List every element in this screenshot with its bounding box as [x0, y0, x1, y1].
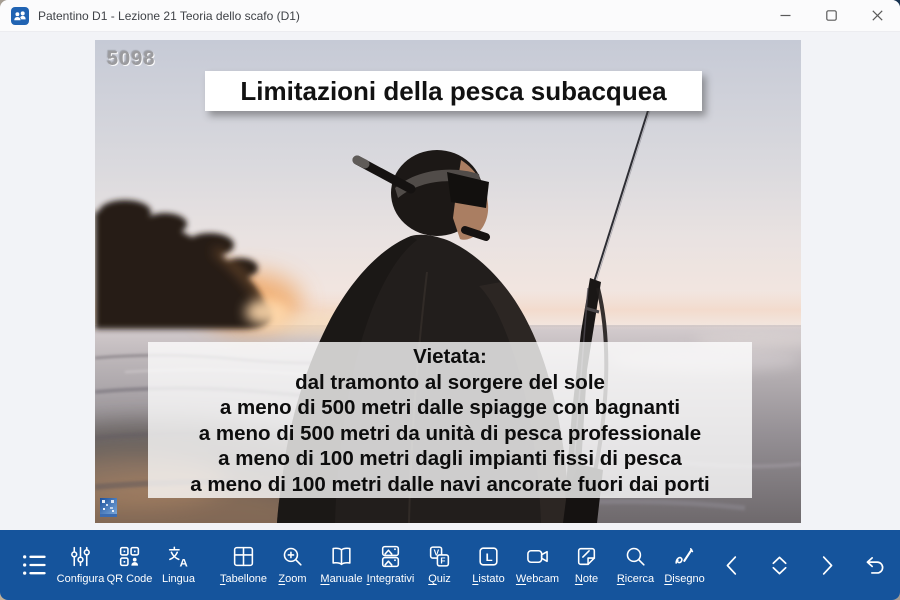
minimize-icon: [780, 10, 791, 21]
toolbar-item-label: Tabellone: [220, 573, 267, 585]
overlay-line: dal tramonto al sorgere del sole: [148, 370, 752, 396]
toolbar-item-label: Zoom: [278, 573, 306, 585]
overlay-line: Vietata:: [148, 344, 752, 370]
toolbar-item-label: Disegno: [664, 573, 704, 585]
toolbar-item-label: Integrativi: [367, 573, 415, 585]
svg-text:F: F: [440, 556, 445, 566]
qr-stamp-icon: [100, 498, 117, 517]
overlay-line: a meno di 500 metri da unità di pesca pr…: [148, 421, 752, 447]
open-book-icon: [329, 544, 354, 569]
return-arrow-icon: [860, 552, 887, 579]
content-area: 5098 Limitazioni della pesca subacquea V…: [0, 32, 900, 530]
app-window: Patentino D1 - Lezione 21 Teoria dello s…: [0, 0, 900, 600]
qr-code-icon: [117, 544, 142, 569]
slide-body-text: Vietata: dal tramonto al sorgere del sol…: [148, 342, 752, 498]
svg-text:A: A: [180, 557, 188, 569]
toolbar: Configura QR Code A Lingua: [0, 530, 900, 600]
grid-icon: [231, 544, 256, 569]
toolbar-item-tabellone[interactable]: Tabellone: [219, 530, 268, 600]
toolbar-item-label: Quiz: [428, 573, 451, 585]
toolbar-item-label: QR Code: [107, 573, 153, 585]
overlay-line: a meno di 100 metri dalle navi ancorate …: [148, 472, 752, 498]
chevrons-up-down-icon: [766, 552, 793, 579]
overlay-line: a meno di 500 metri dalle spiagge con ba…: [148, 395, 752, 421]
maximize-button[interactable]: [808, 0, 854, 31]
overlay-line: a meno di 100 metri dagli impianti fissi…: [148, 446, 752, 472]
people-icon[interactable]: [11, 7, 29, 25]
sliders-icon: [68, 544, 93, 569]
toolbar-item-manuale[interactable]: Manuale: [317, 530, 366, 600]
toolbar-item-zoom[interactable]: Zoom: [268, 530, 317, 600]
chevron-right-icon: [813, 552, 840, 579]
true-false-icon: V F: [427, 544, 452, 569]
toolbar-item-label: Manuale: [320, 573, 362, 585]
window-title: Patentino D1 - Lezione 21 Teoria dello s…: [38, 9, 300, 23]
menu-list-button[interactable]: [12, 530, 56, 600]
nav-return-button[interactable]: [850, 530, 897, 600]
toolbar-item-label: Note: [575, 573, 598, 585]
drawing-pen-icon: [672, 544, 697, 569]
note-pen-icon: [574, 544, 599, 569]
toolbar-item-label: Lingua: [162, 573, 195, 585]
svg-text:L: L: [486, 552, 493, 564]
slide-title: Limitazioni della pesca subacquea: [205, 71, 702, 111]
toolbar-item-integrativi[interactable]: Integrativi: [366, 530, 415, 600]
titlebar[interactable]: Patentino D1 - Lezione 21 Teoria dello s…: [0, 0, 900, 32]
toolbar-item-quiz[interactable]: V F Quiz: [415, 530, 464, 600]
close-icon: [872, 10, 883, 21]
toolbar-item-label: Webcam: [516, 573, 559, 585]
maximize-icon: [826, 10, 837, 21]
bullet-list-icon: [20, 551, 48, 579]
toolbar-item-note[interactable]: Note: [562, 530, 611, 600]
toolbar-item-label: Configura: [57, 573, 105, 585]
nav-index-button[interactable]: [756, 530, 803, 600]
translate-icon: A: [166, 544, 191, 569]
letter-l-icon: L: [476, 544, 501, 569]
slide-number: 5098: [107, 48, 156, 71]
close-button[interactable]: [854, 0, 900, 31]
search-icon: [623, 544, 648, 569]
toolbar-item-configura[interactable]: Configura: [56, 530, 105, 600]
toolbar-item-webcam[interactable]: Webcam: [513, 530, 562, 600]
zoom-in-icon: [280, 544, 305, 569]
video-camera-icon: [525, 544, 550, 569]
toolbar-item-label: Listato: [472, 573, 504, 585]
minimize-button[interactable]: [762, 0, 808, 31]
toolbar-item-disegno[interactable]: Disegno: [660, 530, 709, 600]
nav-previous-button[interactable]: [709, 530, 756, 600]
toolbar-item-listato[interactable]: L Listato: [464, 530, 513, 600]
toolbar-item-ricerca[interactable]: Ricerca: [611, 530, 660, 600]
nav-next-button[interactable]: [803, 530, 850, 600]
chevron-left-icon: [719, 552, 746, 579]
toolbar-item-qr-code[interactable]: QR Code: [105, 530, 154, 600]
slide: 5098 Limitazioni della pesca subacquea V…: [95, 40, 801, 523]
toolbar-item-label: Ricerca: [617, 573, 654, 585]
stacked-images-icon: [378, 544, 403, 569]
toolbar-item-lingua[interactable]: A Lingua: [154, 530, 203, 600]
